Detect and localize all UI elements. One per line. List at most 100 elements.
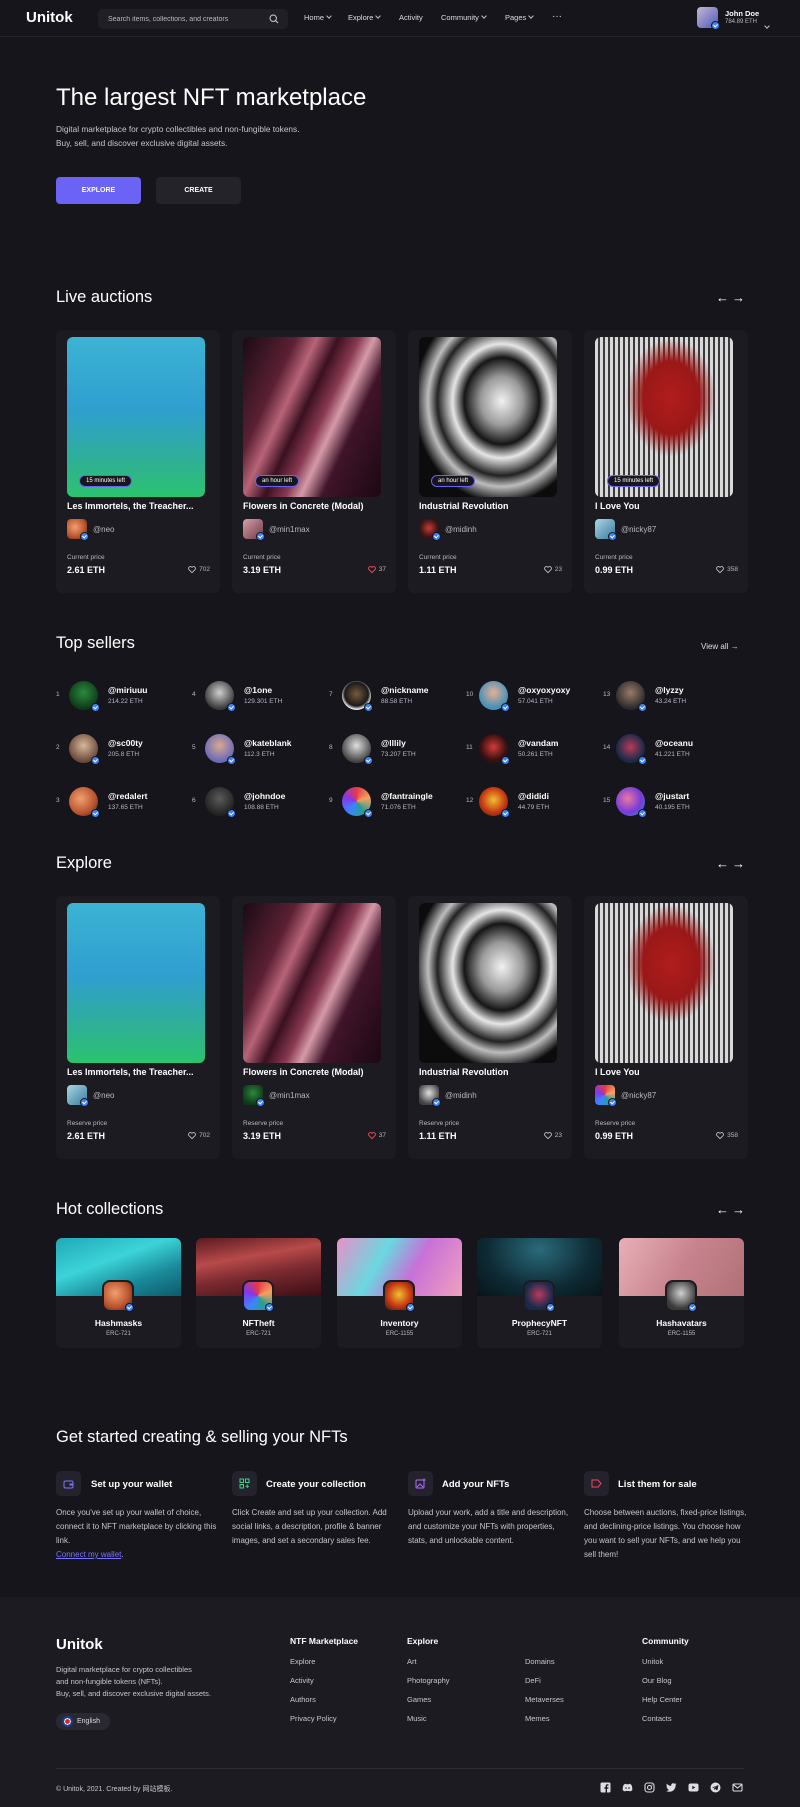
seller-avatar[interactable]: [342, 681, 373, 712]
collection-name[interactable]: Hashmasks: [56, 1318, 181, 1328]
seller-avatar[interactable]: [69, 734, 100, 765]
seller-item[interactable]: 4 @1one 129.301 ETH: [192, 678, 322, 712]
user-avatar[interactable]: [697, 7, 720, 30]
seller-avatar[interactable]: [205, 787, 236, 818]
footer-logo[interactable]: Unitok: [56, 1636, 103, 1653]
seller-item[interactable]: 7 @nickname 88.58 ETH: [329, 678, 459, 712]
nft-image[interactable]: 15 minutes left: [595, 337, 733, 497]
nav-activity[interactable]: Activity: [399, 13, 423, 22]
author-avatar[interactable]: [67, 519, 89, 541]
seller-item[interactable]: 1 @miriuuu 214.22 ETH: [56, 678, 186, 712]
arrow-left-icon[interactable]: ←: [716, 856, 729, 871]
seller-avatar[interactable]: [479, 734, 510, 765]
explore-card[interactable]: Les Immortels, the Treacher... @neo Rese…: [56, 896, 220, 1159]
footer-link[interactable]: Music: [407, 1714, 427, 1723]
nft-name[interactable]: Industrial Revolution: [419, 501, 564, 511]
seller-item[interactable]: 12 @dididi 44.79 ETH: [466, 784, 596, 818]
collection-card[interactable]: Hashavatars ERC-1155: [619, 1238, 744, 1348]
footer-link[interactable]: Metaverses: [525, 1695, 564, 1704]
seller-name[interactable]: @oceanu: [655, 738, 693, 748]
seller-item[interactable]: 2 @sc00ty 205.8 ETH: [56, 731, 186, 765]
seller-item[interactable]: 3 @redalert 137.65 ETH: [56, 784, 186, 818]
discord-icon[interactable]: [622, 1782, 633, 1793]
logo[interactable]: Unitok: [26, 9, 73, 26]
seller-name[interactable]: @justart: [655, 791, 689, 801]
like-button[interactable]: 702: [188, 566, 210, 573]
seller-avatar[interactable]: [69, 787, 100, 818]
nft-name[interactable]: Flowers in Concrete (Modal): [243, 1067, 388, 1077]
like-button[interactable]: 23: [543, 566, 562, 573]
nft-image[interactable]: [419, 903, 557, 1063]
seller-name[interactable]: @lllily: [381, 738, 406, 748]
seller-item[interactable]: 8 @lllily 73.207 ETH: [329, 731, 459, 765]
like-button[interactable]: 358: [716, 1132, 738, 1139]
author-avatar[interactable]: [243, 1085, 265, 1107]
footer-link[interactable]: Our Blog: [642, 1676, 672, 1685]
author-name[interactable]: @min1max: [269, 1091, 310, 1100]
auction-card[interactable]: 15 minutes left I Love You @nicky87 Curr…: [584, 330, 748, 593]
author-avatar[interactable]: [243, 519, 265, 541]
collection-card[interactable]: ProphecyNFT ERC-721: [477, 1238, 602, 1348]
like-button[interactable]: 23: [543, 1132, 562, 1139]
author-avatar[interactable]: [419, 519, 441, 541]
seller-item[interactable]: 10 @oxyoxyoxy 57.041 ETH: [466, 678, 596, 712]
seller-item[interactable]: 6 @johndoe 108.88 ETH: [192, 784, 322, 818]
seller-avatar[interactable]: [616, 787, 647, 818]
seller-item[interactable]: 9 @fantraingle 71.076 ETH: [329, 784, 459, 818]
twitter-icon[interactable]: [666, 1782, 677, 1793]
like-button[interactable]: 702: [188, 1132, 210, 1139]
seller-name[interactable]: @fantraingle: [381, 791, 433, 801]
arrow-right-icon[interactable]: →: [732, 1202, 745, 1217]
seller-avatar[interactable]: [616, 681, 647, 712]
author-avatar[interactable]: [595, 519, 617, 541]
auction-card[interactable]: 15 minutes left Les Immortels, the Treac…: [56, 330, 220, 593]
seller-item[interactable]: 13 @lyzzy 43.24 ETH: [603, 678, 733, 712]
seller-item[interactable]: 15 @justart 40.195 ETH: [603, 784, 733, 818]
footer-link[interactable]: Privacy Policy: [290, 1714, 337, 1723]
facebook-icon[interactable]: [600, 1782, 611, 1793]
collection-name[interactable]: Hashavatars: [619, 1318, 744, 1328]
auction-card[interactable]: an hour left Flowers in Concrete (Modal)…: [232, 330, 396, 593]
collection-avatar[interactable]: [102, 1280, 134, 1312]
seller-name[interactable]: @lyzzy: [655, 685, 684, 695]
nft-name[interactable]: Les Immortels, the Treacher...: [67, 501, 212, 511]
connect-wallet-link[interactable]: Connect my wallet: [56, 1550, 121, 1559]
nav-home[interactable]: Home: [304, 13, 332, 22]
search-input[interactable]: [108, 13, 268, 25]
nft-image[interactable]: [595, 903, 733, 1063]
seller-name[interactable]: @vandam: [518, 738, 558, 748]
arrow-right-icon[interactable]: →: [732, 290, 745, 305]
search-icon[interactable]: [269, 14, 279, 24]
collection-name[interactable]: Inventory: [337, 1318, 462, 1328]
seller-name[interactable]: @miriuuu: [108, 685, 147, 695]
nav-explore[interactable]: Explore: [348, 13, 382, 22]
explore-card[interactable]: Flowers in Concrete (Modal) @min1max Res…: [232, 896, 396, 1159]
user-name[interactable]: John Doe: [725, 9, 759, 18]
seller-avatar[interactable]: [342, 734, 373, 765]
nft-name[interactable]: Les Immortels, the Treacher...: [67, 1067, 212, 1077]
video-icon[interactable]: [688, 1782, 699, 1793]
explore-button[interactable]: EXPLORE: [56, 177, 141, 204]
author-name[interactable]: @nicky87: [621, 1091, 656, 1100]
create-button[interactable]: CREATE: [156, 177, 241, 204]
collection-avatar[interactable]: [665, 1280, 697, 1312]
seller-name[interactable]: @redalert: [108, 791, 147, 801]
author-name[interactable]: @neo: [93, 1091, 114, 1100]
mail-icon[interactable]: [732, 1782, 743, 1793]
seller-name[interactable]: @sc00ty: [108, 738, 143, 748]
footer-link[interactable]: Contacts: [642, 1714, 672, 1723]
seller-name[interactable]: @1one: [244, 685, 272, 695]
instagram-icon[interactable]: [644, 1782, 655, 1793]
arrow-left-icon[interactable]: ←: [716, 290, 729, 305]
footer-link[interactable]: Unitok: [642, 1657, 663, 1666]
author-avatar[interactable]: [67, 1085, 89, 1107]
seller-item[interactable]: 5 @kateblank 112.3 ETH: [192, 731, 322, 765]
collection-card[interactable]: NFTheft ERC-721: [196, 1238, 321, 1348]
seller-item[interactable]: 11 @vandam 50.261 ETH: [466, 731, 596, 765]
nav-pages[interactable]: Pages: [505, 13, 535, 22]
author-avatar[interactable]: [419, 1085, 441, 1107]
nft-image[interactable]: 15 minutes left: [67, 337, 205, 497]
nft-image[interactable]: [243, 903, 381, 1063]
seller-avatar[interactable]: [205, 734, 236, 765]
footer-link[interactable]: Activity: [290, 1676, 314, 1685]
